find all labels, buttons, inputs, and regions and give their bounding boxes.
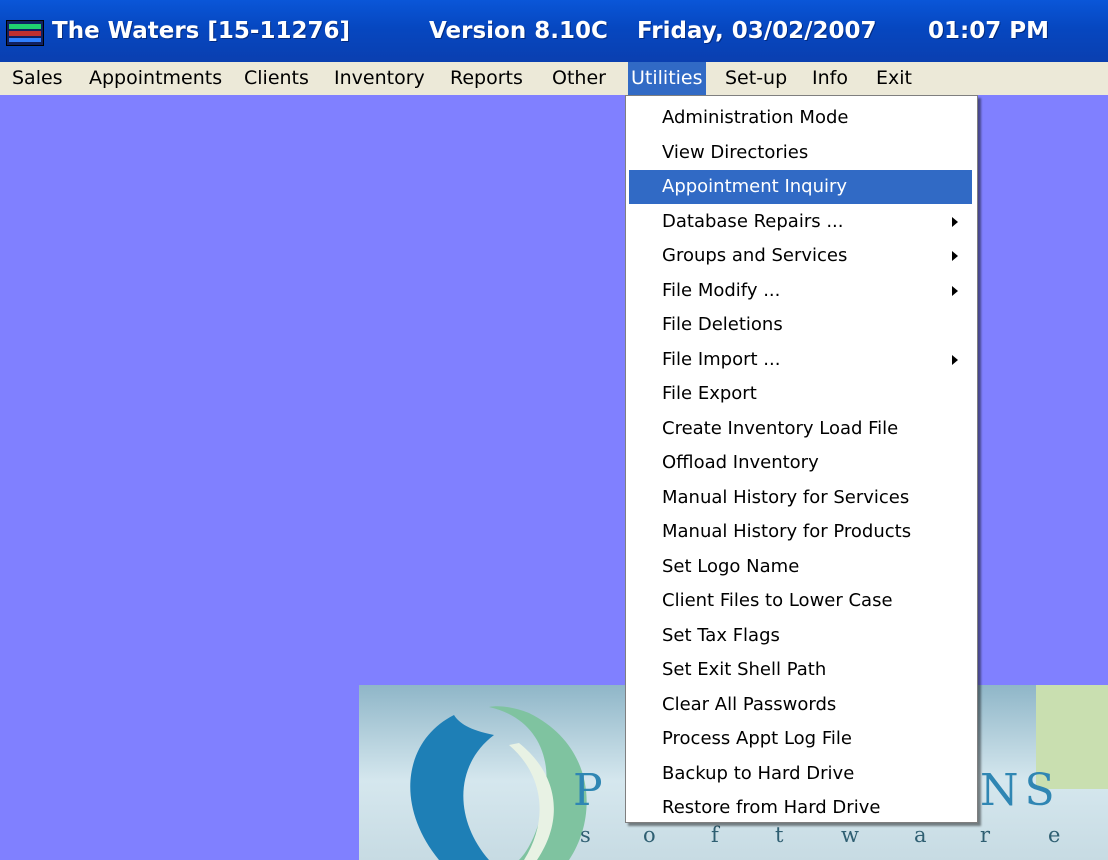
submenu-arrow-icon (952, 251, 958, 261)
menu-item-manual-history-services[interactable]: Manual History for Services (629, 481, 972, 515)
menu-item-create-inventory-load-file[interactable]: Create Inventory Load File (629, 412, 972, 446)
logo-sub-a: a (914, 823, 927, 847)
menu-item-file-deletions[interactable]: File Deletions (629, 308, 972, 342)
logo-sub-o: o (643, 823, 656, 847)
title-bar: The Waters [15-11276] Version 8.10C Frid… (0, 0, 1108, 62)
menu-item-administration-mode[interactable]: Administration Mode (629, 101, 972, 135)
menu-set-up[interactable]: Set-up (722, 62, 790, 95)
menu-item-set-logo-name[interactable]: Set Logo Name (629, 550, 972, 584)
submenu-arrow-icon (952, 217, 958, 227)
time-label: 01:07 PM (928, 18, 1049, 44)
menu-clients[interactable]: Clients (241, 62, 312, 95)
menu-item-database-repairs[interactable]: Database Repairs ... (629, 205, 972, 239)
menu-item-view-directories[interactable]: View Directories (629, 136, 972, 170)
menu-other[interactable]: Other (549, 62, 609, 95)
utilities-dropdown-menu: Administration Mode View Directories App… (625, 95, 978, 823)
menu-item-backup-to-hard-drive[interactable]: Backup to Hard Drive (629, 757, 972, 791)
menu-item-file-import[interactable]: File Import ... (629, 343, 972, 377)
date-label: Friday, 03/02/2007 (637, 18, 877, 44)
menu-sales[interactable]: Sales (9, 62, 66, 95)
logo-letter-p: P (573, 765, 609, 816)
menu-appointments[interactable]: Appointments (86, 62, 225, 95)
menu-item-restore-from-hard-drive[interactable]: Restore from Hard Drive (629, 791, 972, 825)
app-icon[interactable] (6, 20, 44, 46)
menu-item-file-export[interactable]: File Export (629, 377, 972, 411)
submenu-arrow-icon (952, 355, 958, 365)
menu-info[interactable]: Info (809, 62, 851, 95)
logo-sub-w: w (841, 823, 859, 847)
menu-bar: Sales Appointments Clients Inventory Rep… (0, 62, 1108, 95)
window-title: The Waters [15-11276] (52, 18, 350, 44)
logo-sub-s: s (580, 823, 591, 847)
menu-utilities[interactable]: Utilities (628, 62, 706, 95)
version-label: Version 8.10C (429, 18, 608, 44)
menu-inventory[interactable]: Inventory (331, 62, 428, 95)
logo-sub-t: t (775, 823, 784, 847)
logo-sub-f: f (711, 823, 719, 847)
menu-item-process-appt-log-file[interactable]: Process Appt Log File (629, 722, 972, 756)
menu-item-set-tax-flags[interactable]: Set Tax Flags (629, 619, 972, 653)
menu-item-groups-and-services[interactable]: Groups and Services (629, 239, 972, 273)
menu-exit[interactable]: Exit (873, 62, 915, 95)
logo-sub-r: r (980, 823, 991, 847)
menu-item-clear-all-passwords[interactable]: Clear All Passwords (629, 688, 972, 722)
logo-letters-ns: NS (980, 765, 1061, 816)
submenu-arrow-icon (952, 286, 958, 296)
logo-sub-e: e (1048, 823, 1061, 847)
menu-item-offload-inventory[interactable]: Offload Inventory (629, 446, 972, 480)
menu-item-manual-history-products[interactable]: Manual History for Products (629, 515, 972, 549)
menu-item-file-modify[interactable]: File Modify ... (629, 274, 972, 308)
menu-reports[interactable]: Reports (447, 62, 526, 95)
menu-item-set-exit-shell-path[interactable]: Set Exit Shell Path (629, 653, 972, 687)
menu-item-appointment-inquiry[interactable]: Appointment Inquiry (629, 170, 972, 204)
menu-item-client-files-lower-case[interactable]: Client Files to Lower Case (629, 584, 972, 618)
